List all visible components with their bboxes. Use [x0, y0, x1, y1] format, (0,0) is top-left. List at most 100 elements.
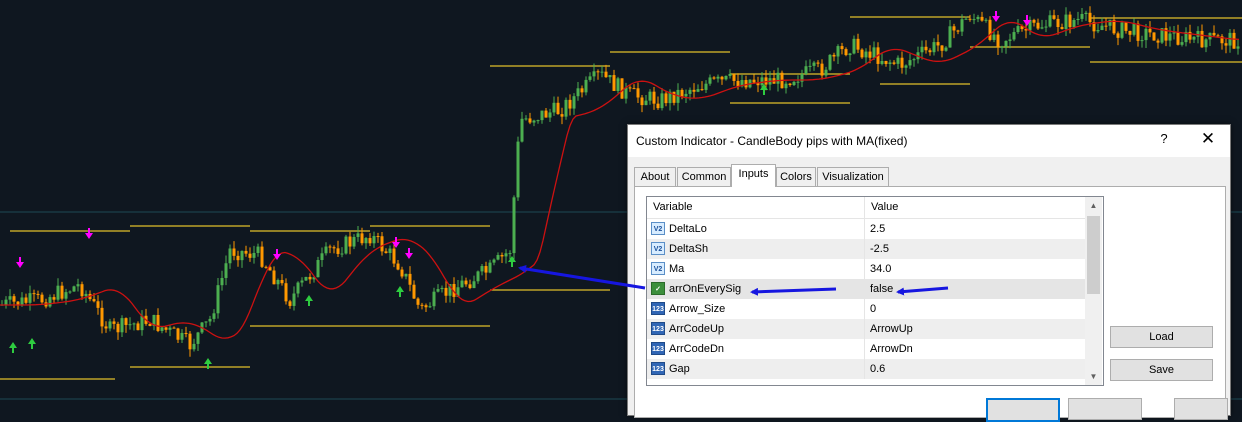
help-icon[interactable]: ? — [1156, 131, 1172, 149]
variable-value[interactable]: -2.5 — [870, 239, 889, 259]
tab-colors[interactable]: Colors — [776, 167, 816, 186]
candle-body — [384, 251, 388, 253]
candle-body — [260, 246, 264, 267]
column-divider — [864, 279, 865, 299]
scroll-up-icon[interactable]: ▲ — [1085, 197, 1102, 214]
cancel-button[interactable] — [1068, 398, 1142, 420]
candle-body — [388, 248, 392, 253]
table-row[interactable]: V2 DeltaLo 2.5 — [647, 219, 1085, 239]
table-row[interactable]: V2 Ma 34.0 — [647, 259, 1085, 279]
candle-body — [28, 293, 32, 303]
candle-body — [1152, 32, 1156, 41]
candle-body — [1048, 15, 1052, 27]
candle-body — [48, 297, 52, 307]
candle-body — [8, 296, 12, 300]
tab-visualization[interactable]: Visualization — [817, 167, 889, 186]
candle-body — [212, 313, 216, 319]
candle-body — [776, 72, 780, 84]
variable-name: arrOnEverySig — [669, 283, 742, 295]
variable-value[interactable]: 0 — [870, 299, 876, 319]
variable-value[interactable]: false — [870, 279, 893, 299]
load-button[interactable]: Load — [1110, 326, 1213, 348]
save-button[interactable]: Save — [1110, 359, 1213, 381]
candle-body — [992, 34, 996, 40]
candle-body — [708, 77, 712, 84]
candle-body — [632, 88, 636, 90]
table-row[interactable]: ✓ arrOnEverySig false — [647, 279, 1085, 299]
candle-body — [956, 30, 960, 32]
table-row[interactable]: 123 Gap 0.6 — [647, 359, 1085, 379]
candle-body — [528, 118, 532, 123]
table-row[interactable]: 123 Arrow_Size 0 — [647, 299, 1085, 319]
candle-body — [444, 287, 448, 296]
variable-value[interactable]: 0.6 — [870, 359, 885, 379]
candle-body — [112, 321, 116, 324]
table-row[interactable]: 123 ArrCodeDn ArrowDn — [647, 339, 1085, 359]
candle-body — [360, 233, 364, 244]
candle-body — [792, 81, 796, 86]
candle-body — [120, 318, 124, 333]
candle-body — [628, 87, 632, 89]
candle-body — [856, 38, 860, 50]
close-icon[interactable]: ✕ — [1196, 129, 1220, 149]
candle-body — [596, 71, 600, 73]
inputs-table: Variable Value V2 DeltaLo 2.5 V2 DeltaSh… — [646, 196, 1104, 386]
candle-body — [164, 327, 168, 330]
variable-value[interactable]: ArrowDn — [870, 339, 913, 359]
scrollbar-thumb[interactable] — [1087, 216, 1100, 294]
candle-body — [176, 328, 180, 340]
candle-body — [340, 253, 344, 255]
candle-body — [524, 118, 528, 120]
scroll-down-icon[interactable]: ▼ — [1085, 368, 1102, 385]
candle-body — [104, 326, 108, 329]
candle-body — [576, 88, 580, 97]
table-row[interactable]: V2 DeltaSh -2.5 — [647, 239, 1085, 259]
table-scrollbar[interactable]: ▲ ▼ — [1085, 197, 1102, 385]
candle-body — [332, 247, 336, 249]
candle-body — [700, 89, 704, 91]
candle-body — [960, 19, 964, 32]
candle-body — [1008, 39, 1012, 41]
tab-about[interactable]: About — [634, 167, 676, 186]
candle-body — [380, 236, 384, 252]
candle-body — [352, 236, 356, 247]
candle-body — [1200, 30, 1204, 48]
variable-value[interactable]: 2.5 — [870, 219, 885, 239]
candle-body — [716, 76, 720, 79]
candle-body — [1040, 27, 1044, 29]
candle-body — [204, 321, 208, 323]
candle-body — [1136, 23, 1140, 41]
candle-body — [936, 42, 940, 46]
variable-value[interactable]: 34.0 — [870, 259, 891, 279]
variable-value[interactable]: ArrowUp — [870, 319, 913, 339]
inputs-panel: Variable Value V2 DeltaLo 2.5 V2 DeltaSh… — [634, 186, 1226, 418]
table-row[interactable]: 123 ArrCodeUp ArrowUp — [647, 319, 1085, 339]
integer-type-icon: 123 — [651, 322, 665, 335]
candle-body — [1088, 12, 1092, 23]
candle-body — [64, 292, 68, 299]
candle-body — [884, 60, 888, 64]
candle-body — [808, 65, 812, 67]
candle-body — [472, 281, 476, 289]
candle-body — [484, 266, 488, 273]
candle-body — [584, 79, 588, 93]
candle-body — [920, 46, 924, 53]
tab-inputs[interactable]: Inputs — [731, 164, 776, 187]
candle-body — [580, 88, 584, 93]
candle-body — [440, 287, 444, 290]
column-header-variable[interactable]: Variable — [647, 197, 693, 218]
dialog-titlebar: Custom Indicator - CandleBody pips with … — [628, 125, 1230, 157]
candle-body — [216, 285, 220, 314]
candle-body — [320, 253, 324, 261]
tab-common[interactable]: Common — [677, 167, 731, 186]
candle-body — [276, 280, 280, 285]
candle-body — [1004, 40, 1008, 47]
ok-button[interactable] — [986, 398, 1060, 422]
column-header-value[interactable]: Value — [865, 197, 898, 218]
reset-button[interactable] — [1174, 398, 1228, 420]
candle-body — [1096, 30, 1100, 32]
candle-body — [1084, 12, 1088, 15]
candle-body — [364, 238, 368, 244]
candle-body — [544, 110, 548, 118]
candle-body — [224, 263, 228, 278]
